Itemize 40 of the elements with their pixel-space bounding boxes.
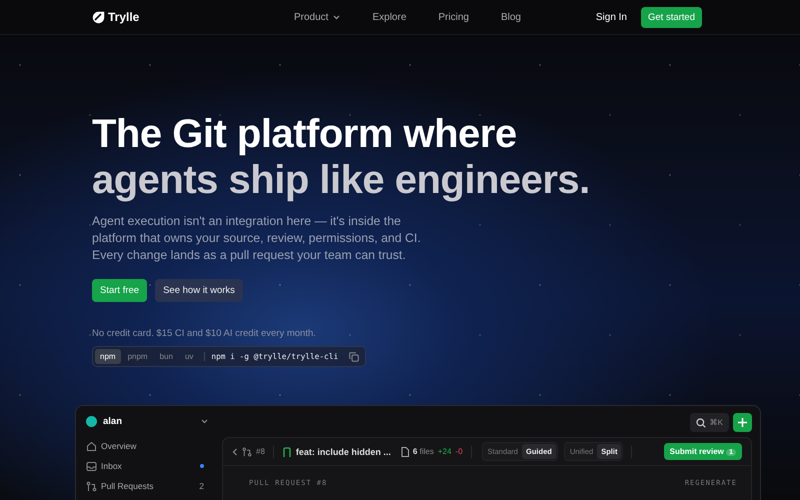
home-icon: [86, 440, 97, 452]
credit-note: No credit card. $15 CI and $10 AI credit every month.: [92, 328, 317, 339]
nav-link[interactable]: Explore: [372, 12, 406, 22]
sign-in-link[interactable]: Sign In: [596, 12, 627, 22]
brand-name[interactable]: Trylle: [108, 10, 140, 24]
avatar-icon: [86, 416, 97, 427]
item-count: 2: [199, 481, 204, 491]
hero-title: agents ship like engineers.: [92, 157, 591, 203]
copy-icon[interactable]: [349, 352, 359, 362]
logo-icon: [92, 10, 105, 24]
hero-title: The Git platform where: [92, 111, 518, 157]
back-icon[interactable]: [232, 448, 238, 456]
sidebar-item[interactable]: Inbox: [101, 461, 196, 471]
inbox-icon: [86, 460, 97, 472]
nav-link[interactable]: Product: [294, 12, 340, 22]
search-icon: [696, 418, 706, 428]
nav-link[interactable]: Blog: [500, 12, 521, 22]
package-manager-tab[interactable]: bun: [154, 349, 178, 364]
package-manager-tab[interactable]: pnpm: [122, 349, 153, 364]
deletions-count: -0: [455, 447, 463, 456]
sidebar-item[interactable]: Pull Requests: [101, 481, 196, 491]
search-button[interactable]: ⌘K: [690, 413, 729, 432]
file-icon: [400, 446, 409, 456]
add-button[interactable]: [733, 413, 752, 432]
chevron-icon: [333, 14, 340, 20]
pull-request-number: #8: [256, 447, 265, 456]
chevron-icon[interactable]: [201, 419, 208, 424]
additions-count: +24: [438, 447, 452, 456]
user-name[interactable]: alan: [103, 416, 195, 427]
files-count: 6 files: [412, 447, 434, 456]
see-how-it-works-button[interactable]: See how it works: [155, 279, 243, 302]
package-manager-tab[interactable]: npm: [95, 349, 121, 364]
hero-subtitle: Agent execution isn't an integration here — it's inside the platform that owns your source, review, permissions, and CI. Every change lands as a pull request your team can trust.: [92, 213, 422, 264]
package-manager-tab[interactable]: uv: [180, 349, 198, 364]
sidebar-item[interactable]: Overview: [101, 441, 208, 451]
nav-link[interactable]: Pricing: [438, 12, 469, 22]
plus-icon: [738, 418, 747, 427]
pull-request-icon: [86, 480, 97, 492]
pull-request-icon: [242, 446, 252, 456]
pull-request-title: feat: include hidden ...: [296, 446, 391, 456]
